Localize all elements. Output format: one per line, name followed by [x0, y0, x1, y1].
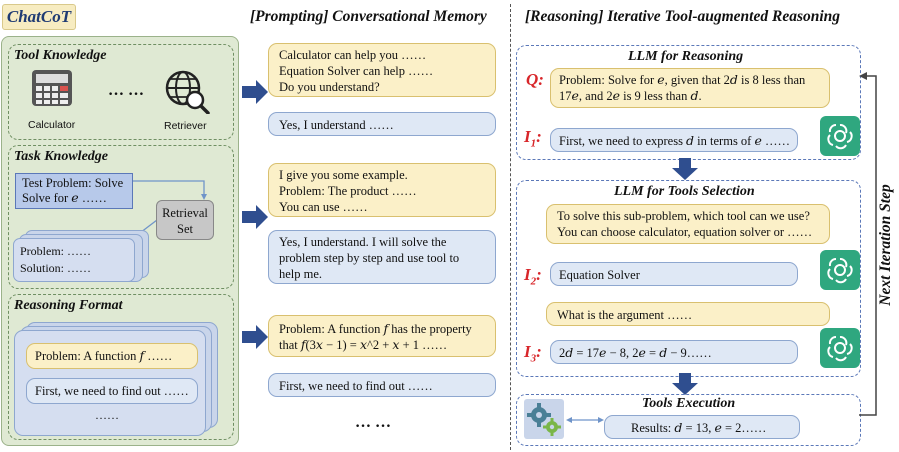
tools-selection-line2: You can choose calculator, equation solv…	[557, 225, 813, 239]
format-dots: ……	[95, 408, 119, 422]
memory-bubble-first: First, we need to find out ……	[268, 373, 496, 397]
memory-more: … …	[355, 414, 391, 431]
tools-selection-title: LLM for Tools Selection	[614, 184, 755, 199]
retrieval-set-line1: Retrieval	[162, 206, 208, 220]
retrieval-set-box: Retrieval Set	[156, 200, 214, 240]
question-bubble: Problem: Solve for 𝑒, given that 2𝑑 is 8…	[550, 68, 830, 108]
down-arrow-2	[672, 373, 698, 395]
memory-bubble-tools: Calculator can help you …… Equation Solv…	[268, 43, 496, 97]
chatgpt-icon	[820, 250, 860, 290]
tools-selection-line1: To solve this sub-problem, which tool ca…	[557, 209, 810, 223]
i2-bubble: Equation Solver	[550, 262, 798, 286]
i1-label-text: I	[524, 127, 531, 146]
retriever-label: Retriever	[164, 120, 207, 132]
i3-label: I3:	[524, 342, 542, 365]
i1-bubble: First, we need to express 𝑑 in terms of …	[550, 128, 798, 152]
reasoning-format-title: Reasoning Format	[14, 298, 123, 313]
i3-bubble: 2𝑑 = 17𝑒 − 8, 2𝑒 = 𝑑 − 9……	[550, 340, 798, 364]
memory-plan-line1: Yes, I understand. I will solve the	[279, 235, 447, 249]
memory-arrows	[242, 80, 268, 349]
task-knowledge-title: Task Knowledge	[14, 149, 108, 164]
example-problem: Problem: ……	[20, 244, 91, 258]
calculator-icon	[32, 70, 72, 106]
section-divider	[510, 4, 511, 450]
retrieval-set-line2: Set	[177, 222, 193, 236]
chatgpt-icon	[820, 328, 860, 368]
memory-plan-line2: problem step by step and use tool to	[279, 251, 460, 265]
results-bubble: Results: 𝑑 = 13, 𝑒 = 2……	[604, 415, 800, 439]
memory-problem-line2: that 𝑓(3𝑥 − 1) = 𝑥^2 + 𝑥 + 1 ……	[279, 338, 448, 352]
retriever-icon	[165, 70, 210, 114]
example-card: Problem: …… Solution: ……	[13, 238, 135, 282]
i3-label-text: I	[524, 342, 531, 361]
argument-bubble: What is the argument ……	[546, 302, 830, 326]
format-problem-bubble: Problem: A function 𝑓 ……	[26, 343, 198, 369]
memory-plan-line3: help me.	[279, 267, 323, 281]
memory-bubble-understand: Yes, I understand ……	[268, 112, 496, 136]
reasoning-section-title: [Reasoning] Iterative Tool-augmented Rea…	[525, 8, 841, 25]
memory-problem-line1: Problem: A function 𝑓 has the property	[279, 322, 472, 336]
chatgpt-icon	[820, 116, 860, 156]
tools-selection-bubble: To solve this sub-problem, which tool ca…	[546, 204, 830, 244]
memory-examples-line1: I give you some example.	[279, 168, 408, 182]
memory-bubble-examples: I give you some example. Problem: The pr…	[268, 163, 496, 217]
format-first-bubble: First, we need to find out ……	[26, 378, 198, 404]
gears-icon	[524, 399, 564, 439]
llm-reasoning-title: LLM for Reasoning	[628, 49, 744, 64]
i2-label-text: I	[524, 265, 531, 284]
next-iteration-label: Next Iteration Step	[877, 184, 894, 306]
i1-label: I1:	[524, 127, 542, 150]
memory-examples-line2: Problem: The product ……	[279, 184, 417, 198]
memory-tools-line3: Do you understand?	[279, 80, 380, 94]
memory-section-title: [Prompting] Conversational Memory	[250, 8, 487, 25]
example-solution: Solution: ……	[20, 261, 92, 275]
calculator-label: Calculator	[28, 119, 76, 131]
tool-knowledge-title: Tool Knowledge	[14, 48, 107, 63]
chatcot-title: ChatCoT	[2, 4, 76, 30]
question-line1: Problem: Solve for 𝑒, given that 2𝑑 is 8…	[559, 73, 806, 87]
down-arrow-1	[672, 158, 698, 180]
memory-examples-line3: You can use ……	[279, 200, 368, 214]
exchange-arrow	[566, 417, 604, 423]
memory-tools-line2: Equation Solver can help ……	[279, 64, 434, 78]
memory-bubble-plan: Yes, I understand. I will solve the prob…	[268, 230, 496, 284]
tool-ellipsis: … …	[108, 82, 144, 99]
tools-execution-title: Tools Execution	[642, 396, 736, 411]
question-line2: 17𝑒, and 2𝑒 is 9 less than 𝑑.	[559, 89, 702, 103]
memory-bubble-problem: Problem: A function 𝑓 has the property t…	[268, 315, 496, 357]
memory-tools-line1: Calculator can help you ……	[279, 48, 427, 62]
i2-label: I2:	[524, 265, 542, 288]
question-label: Q:	[526, 70, 544, 89]
